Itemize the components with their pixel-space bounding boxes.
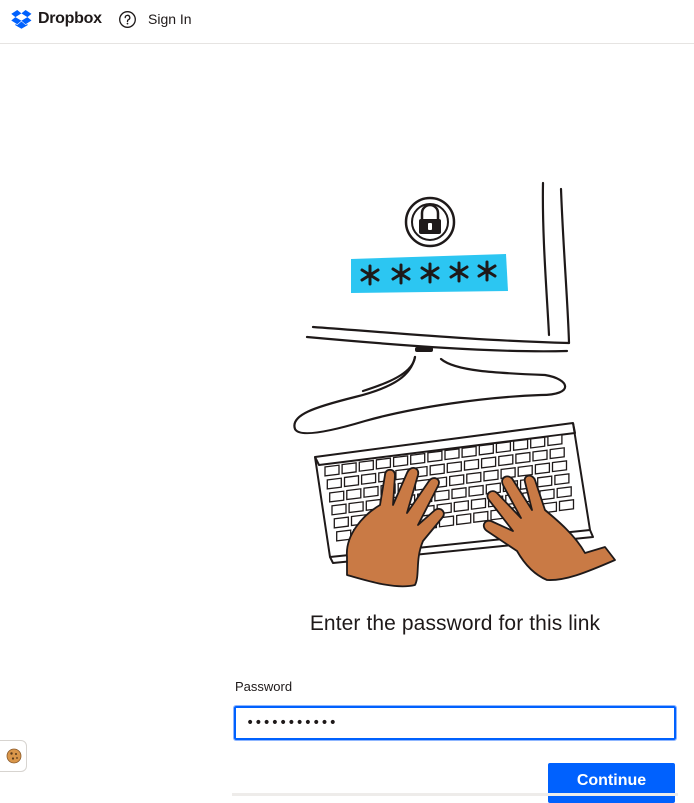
keyboard-key — [512, 438, 529, 451]
keyboard-key — [554, 473, 570, 486]
brand-name: Dropbox — [38, 10, 102, 27]
keyboard-key — [547, 434, 563, 447]
keyboard-key — [537, 475, 553, 488]
keyboard-key — [468, 484, 484, 497]
keyboard-key — [363, 485, 379, 498]
keyboard-key — [556, 486, 572, 499]
question-circle-icon[interactable] — [118, 10, 137, 29]
lock-keyboard-illustration — [293, 181, 616, 588]
keyboard-key — [549, 447, 565, 460]
password-label: Password — [235, 679, 293, 694]
page-heading: Enter the password for this link — [309, 612, 601, 635]
keyboard-key — [324, 464, 340, 477]
keyboard-key — [427, 450, 443, 463]
keyboard-key — [348, 501, 364, 514]
keyboard-key — [495, 441, 512, 454]
keyboard-key — [558, 499, 575, 512]
keyboard-key — [470, 497, 487, 510]
continue-button[interactable]: Continue — [548, 763, 675, 803]
keyboard-key — [456, 513, 472, 526]
keyboard-key — [446, 461, 462, 474]
keyboard-key — [532, 449, 548, 462]
keyboard-key — [517, 464, 533, 477]
keyboard-key — [360, 472, 377, 485]
password-input[interactable] — [233, 705, 677, 741]
keyboard-key — [534, 462, 551, 475]
keyboard-key — [392, 455, 409, 468]
keyboard-key — [333, 516, 349, 529]
keyboard-key — [478, 443, 494, 456]
keyboard-key — [331, 503, 347, 516]
keyboard-key — [326, 477, 342, 490]
keyboard-key — [329, 490, 345, 503]
keyboard-key — [453, 500, 469, 513]
keyboard-key — [480, 456, 497, 469]
keyboard-key — [444, 448, 460, 461]
keyboard-key — [375, 457, 392, 470]
keyboard-key — [515, 451, 531, 464]
dropbox-icon — [11, 9, 32, 29]
dropbox-logo[interactable]: Dropbox — [10, 9, 102, 29]
keyboard-key — [343, 475, 360, 488]
sign-in-link[interactable]: Sign In — [148, 10, 192, 28]
keyboard-key — [451, 487, 467, 500]
keyboard-key — [539, 488, 555, 501]
cookie-settings-button[interactable] — [0, 740, 27, 772]
cookie-icon — [6, 748, 21, 764]
keyboard-key — [461, 445, 477, 458]
keyboard-key — [530, 436, 546, 449]
keyboard-key — [466, 471, 482, 484]
keyboard-key — [449, 474, 465, 487]
keyboard-key — [498, 454, 514, 467]
keyboard-key — [551, 460, 568, 473]
keyboard-key — [358, 459, 374, 472]
keyboard-key — [463, 458, 480, 471]
keyboard-key — [410, 452, 426, 465]
keyboard-key — [429, 463, 445, 476]
top-bar: Dropbox Sign In — [0, 0, 694, 44]
keyboard-key — [483, 469, 499, 482]
keyboard-key — [434, 489, 450, 502]
keyboard-key — [346, 488, 362, 501]
keyboard-key — [341, 462, 357, 475]
